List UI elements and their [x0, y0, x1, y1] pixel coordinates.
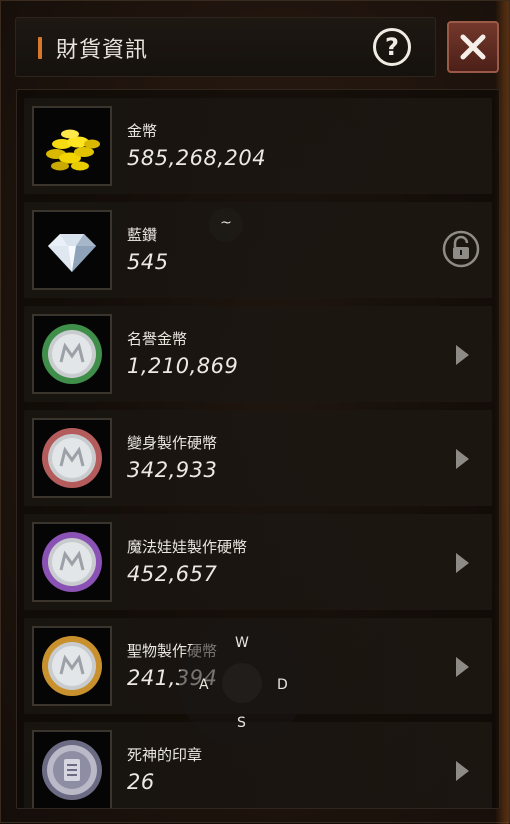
arrow-right-icon[interactable] [454, 656, 470, 678]
currency-name: 死神的印章 [127, 746, 203, 764]
currency-row-blue-diamond: 藍鑽 545 [24, 202, 492, 298]
joystick-key-w: W [235, 635, 249, 651]
arrow-right-icon[interactable] [454, 344, 470, 366]
currency-value: 452,657 [127, 562, 218, 586]
tilde-key-indicator: ~ [209, 208, 243, 242]
close-x-icon [460, 34, 486, 60]
currency-value: 585,268,204 [127, 146, 267, 170]
relic-coin-icon [32, 626, 112, 706]
joystick-key-a: A [199, 677, 209, 693]
reaper-seal-icon [32, 730, 112, 808]
transform-coin-icon [32, 418, 112, 498]
currency-row-doll-coin[interactable]: 魔法娃娃製作硬幣 452,657 [24, 514, 492, 610]
arrow-right-icon[interactable] [454, 760, 470, 782]
doll-coin-icon [32, 522, 112, 602]
currency-value: 545 [127, 250, 169, 274]
arrow-right-icon[interactable] [454, 448, 470, 470]
currency-row-gold: 金幣 585,268,204 [24, 98, 492, 194]
currency-value: 1,210,869 [127, 354, 239, 378]
currency-name: 魔法娃娃製作硬幣 [127, 538, 248, 556]
currency-info-window: 財貨資訊 ? 金幣 585,268,204 藍鑽 545 名譽金幣 1,210,… [0, 0, 510, 824]
currency-name: 金幣 [127, 122, 158, 140]
question-circle-icon: ? [385, 33, 399, 61]
arrow-right-icon[interactable] [454, 552, 470, 574]
honor-coin-icon [32, 314, 112, 394]
currency-name: 變身製作硬幣 [127, 434, 218, 452]
gold-coins-icon [32, 106, 112, 186]
currency-name: 名譽金幣 [127, 330, 188, 348]
currency-value: 26 [127, 770, 155, 794]
joystick-key-s: S [237, 715, 246, 731]
help-button[interactable]: ? [373, 28, 411, 66]
close-button[interactable] [447, 21, 499, 73]
lock-icon[interactable] [441, 229, 481, 269]
joystick-key-d: D [277, 677, 288, 693]
currency-name: 藍鑽 [127, 226, 158, 244]
blue-diamond-icon [32, 210, 112, 290]
title-accent-bar [38, 37, 42, 59]
joystick-knob[interactable] [222, 663, 262, 703]
currency-row-honor-coin[interactable]: 名譽金幣 1,210,869 [24, 306, 492, 402]
window-title: 財貨資訊 [56, 38, 149, 63]
currency-row-transform-coin[interactable]: 變身製作硬幣 342,933 [24, 410, 492, 506]
currency-value: 342,933 [127, 458, 218, 482]
